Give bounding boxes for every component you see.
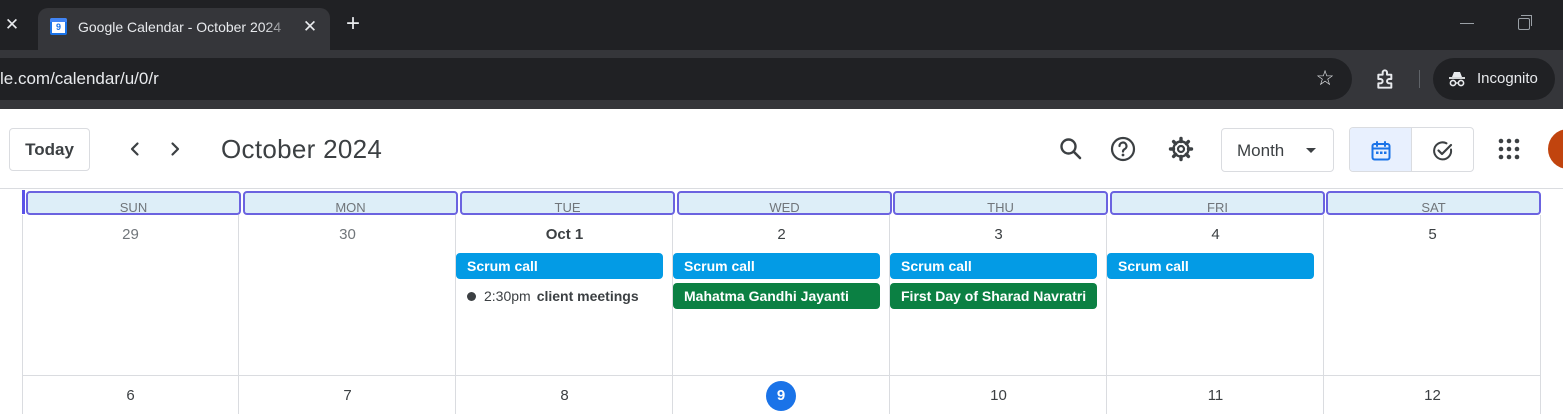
event-chip[interactable]: Scrum call — [673, 253, 880, 279]
browser-tab-active[interactable]: 9 Google Calendar - October 2024 ✕ — [38, 8, 330, 50]
date-number[interactable]: 3 — [890, 226, 1107, 244]
date-number[interactable]: 30 — [239, 226, 456, 244]
event-dot-icon — [467, 292, 476, 301]
close-icon[interactable]: ✕ — [300, 16, 320, 38]
date-number[interactable]: 11 — [1107, 387, 1324, 405]
tasks-toggle-button[interactable] — [1412, 128, 1473, 171]
date-number[interactable]: 10 — [890, 387, 1107, 405]
grid-line — [889, 215, 890, 414]
date-number[interactable]: 29 — [22, 226, 239, 244]
incognito-indicator[interactable]: Incognito — [1433, 58, 1555, 100]
weekday-header: SAT — [1326, 191, 1541, 215]
view-switcher-dropdown[interactable]: Month — [1221, 128, 1334, 172]
holiday-chip[interactable]: Mahatma Gandhi Jayanti — [673, 283, 880, 309]
date-number[interactable]: 5 — [1324, 226, 1541, 244]
gear-icon[interactable] — [1167, 135, 1195, 163]
date-number[interactable]: 4 — [1107, 226, 1324, 244]
calendar-icon — [1371, 141, 1391, 161]
avatar[interactable] — [1548, 129, 1563, 169]
browser-tabstrip: ✕ 9 Google Calendar - October 2024 ✕ + — [0, 0, 1563, 50]
restore-icon[interactable] — [1518, 15, 1532, 30]
bookmark-star-icon[interactable]: ☆ — [1312, 66, 1338, 92]
date-number[interactable]: 12 — [1324, 387, 1541, 405]
new-tab-icon[interactable]: + — [342, 12, 364, 37]
app-toggle-group — [1349, 127, 1474, 172]
close-icon[interactable]: ✕ — [2, 14, 22, 36]
chevron-right-icon[interactable] — [161, 135, 189, 163]
weekday-header: FRI — [1110, 191, 1325, 215]
timed-event[interactable]: 2:30pm client meetings — [467, 285, 639, 307]
grid-line — [1106, 215, 1107, 414]
date-number[interactable]: 8 — [456, 387, 673, 405]
event-chip[interactable]: Scrum call — [456, 253, 663, 279]
event-title: client meetings — [536, 288, 639, 304]
grid-line — [22, 215, 23, 414]
extensions-icon[interactable] — [1374, 66, 1400, 92]
apps-grid-icon[interactable] — [1497, 137, 1521, 161]
grid-line — [455, 215, 456, 414]
incognito-icon — [1449, 72, 1465, 87]
address-bar[interactable]: le.com/calendar/u/0/r ☆ — [0, 58, 1352, 100]
grid-line — [672, 215, 673, 414]
chevron-left-icon[interactable] — [121, 135, 149, 163]
view-label: Month — [1237, 141, 1285, 160]
grid-line — [1323, 215, 1324, 414]
month-grid: SUN MON TUE WED THU FRI SAT 29 30 Oct 1 … — [22, 189, 1541, 414]
tasks-check-icon — [1433, 141, 1453, 161]
today-button[interactable]: Today — [9, 128, 90, 171]
event-chip[interactable]: Scrum call — [890, 253, 1097, 279]
grid-line — [22, 375, 1541, 376]
event-chip[interactable]: Scrum call — [1107, 253, 1314, 279]
event-time: 2:30pm — [484, 288, 531, 304]
search-icon[interactable] — [1057, 135, 1085, 163]
toolbar-divider — [1419, 70, 1420, 88]
minimize-icon[interactable] — [1460, 23, 1474, 24]
url-text[interactable]: le.com/calendar/u/0/r — [0, 69, 159, 89]
caret-down-icon — [1306, 148, 1316, 153]
calendar-header: Today October 2024 Month — [0, 109, 1563, 189]
page-title: October 2024 — [221, 134, 383, 164]
grid-line — [238, 215, 239, 414]
weekday-header: SUN — [26, 191, 241, 215]
date-number[interactable]: 7 — [239, 387, 456, 405]
incognito-label: Incognito — [1477, 70, 1538, 87]
weekday-header: TUE — [460, 191, 675, 215]
grid-line — [1540, 215, 1541, 414]
tab-title: Google Calendar - October 2024 — [78, 19, 282, 35]
date-number[interactable]: 2 — [673, 226, 890, 244]
weekday-header: MON — [243, 191, 458, 215]
weekday-header: THU — [893, 191, 1108, 215]
weekday-header: WED — [677, 191, 892, 215]
today-date-number[interactable]: 9 — [766, 381, 796, 411]
holiday-chip[interactable]: First Day of Sharad Navratri — [890, 283, 1097, 309]
date-number[interactable]: Oct 1 — [456, 226, 673, 244]
calendar-toggle-button[interactable] — [1350, 128, 1412, 171]
help-icon[interactable] — [1109, 135, 1137, 163]
calendar-favicon-icon: 9 — [50, 18, 67, 35]
date-number[interactable]: 6 — [22, 387, 239, 405]
browser-toolbar: le.com/calendar/u/0/r ☆ Incognito — [0, 50, 1563, 109]
